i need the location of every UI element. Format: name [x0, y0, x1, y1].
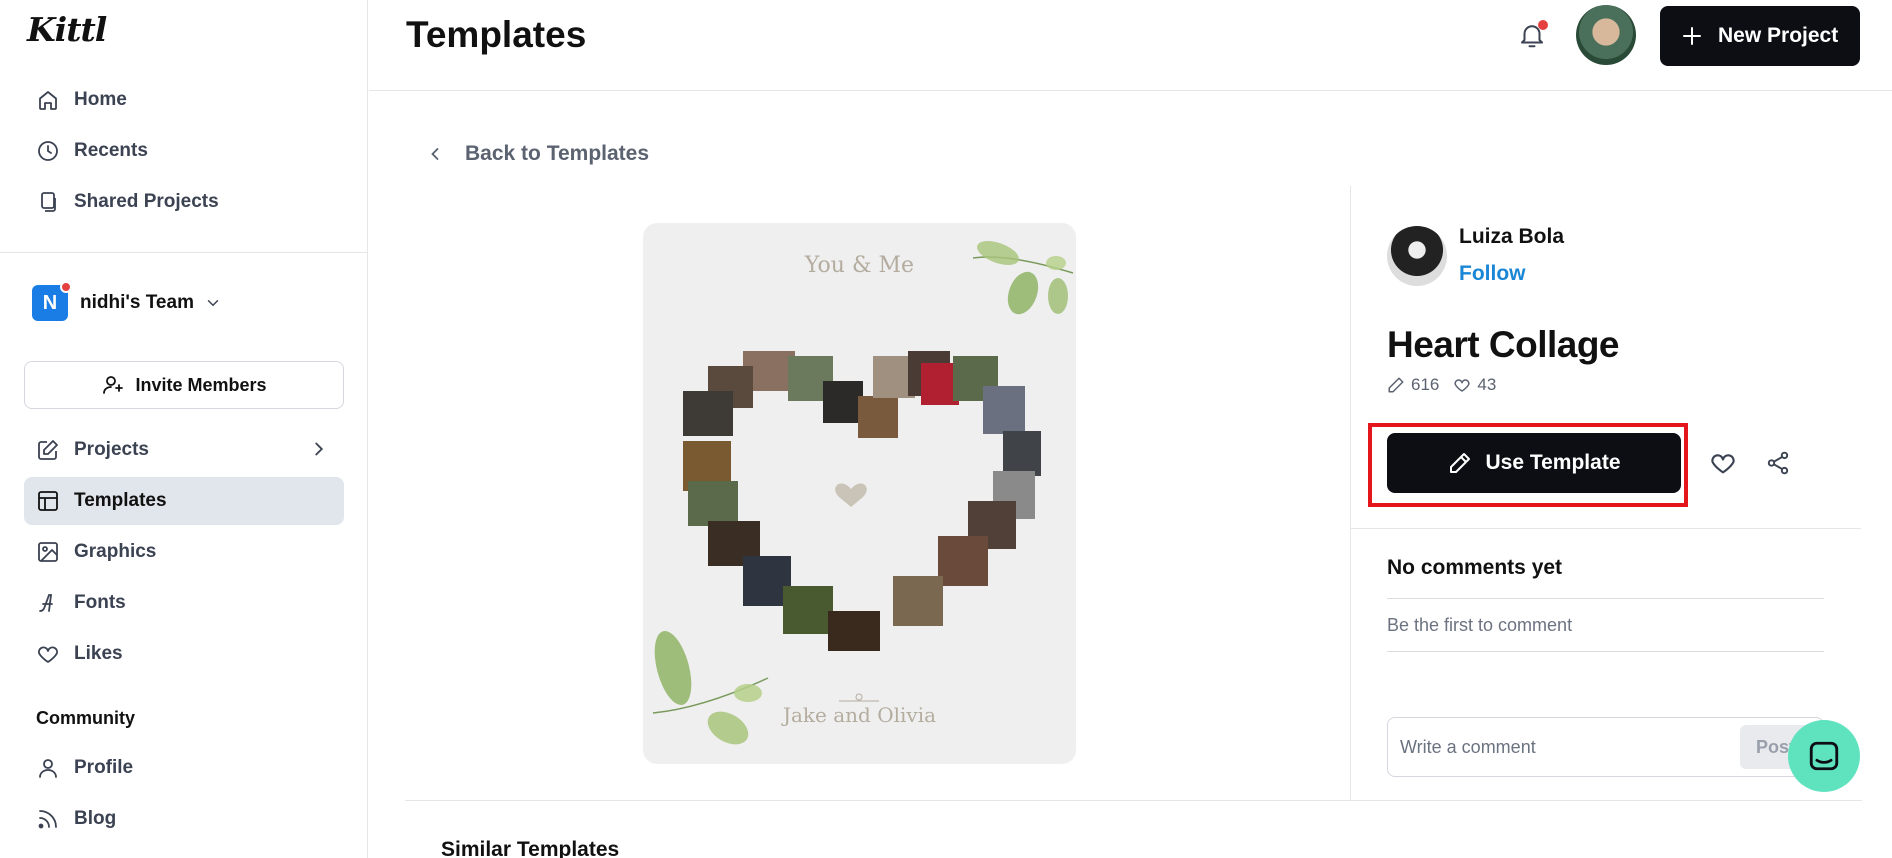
author-name[interactable]: Luiza Bola	[1459, 225, 1564, 249]
sidebar-item-shared-projects[interactable]: Shared Projects	[24, 178, 344, 226]
ornament-icon	[839, 693, 879, 702]
follow-link[interactable]: Follow	[1459, 262, 1526, 286]
top-header: Templates New Project	[369, 0, 1892, 91]
sidebar-item-label: Home	[74, 89, 127, 110]
new-project-button[interactable]: New Project	[1660, 6, 1860, 66]
sidebar-item-label: Shared Projects	[74, 191, 219, 212]
pencil-square-icon	[38, 440, 58, 460]
add-user-icon	[103, 376, 124, 394]
sidebar-item-label: Recents	[74, 140, 148, 161]
shared-files-icon	[41, 192, 56, 212]
no-comments-heading: No comments yet	[1387, 556, 1563, 579]
notification-dot	[60, 281, 72, 293]
template-stats: 616 43	[1387, 375, 1496, 395]
team-avatar: N	[32, 281, 72, 321]
section-divider	[405, 800, 1862, 801]
chevron-down-icon	[207, 300, 219, 307]
leaf-decoration-top	[972, 240, 1074, 315]
sidebar-item-templates[interactable]: Templates	[24, 477, 344, 525]
heart-photo-collage	[683, 351, 1041, 651]
use-template-button[interactable]: Use Template	[1387, 433, 1681, 493]
sidebar-item-label: Projects	[74, 439, 149, 460]
comment-box: Post	[1387, 717, 1824, 777]
sidebar-item-label: Blog	[74, 808, 117, 829]
sidebar-item-blog[interactable]: Blog	[24, 795, 344, 843]
use-template-label: Use Template	[1485, 451, 1621, 474]
back-to-templates-link[interactable]: Back to Templates	[425, 142, 649, 166]
comments-divider	[1387, 598, 1824, 599]
user-icon	[39, 759, 57, 778]
chat-support-button[interactable]	[1788, 720, 1860, 792]
sidebar-item-likes[interactable]: Likes	[24, 630, 344, 678]
sidebar-item-label: Graphics	[74, 541, 157, 562]
heart-icon	[38, 646, 58, 663]
template-preview[interactable]: You & Me Jake and Olivia	[643, 223, 1076, 764]
sidebar-item-label: Templates	[74, 490, 167, 511]
sidebar-item-fonts[interactable]: Fonts	[24, 579, 344, 627]
page-title: Templates	[406, 14, 587, 55]
heart-icon[interactable]	[1709, 449, 1737, 477]
no-comments-subtitle: Be the first to comment	[1387, 615, 1573, 635]
invite-members-label: Invite Members	[135, 374, 267, 395]
template-title: Heart Collage	[1387, 324, 1620, 365]
plus-icon	[1683, 27, 1701, 45]
comment-input[interactable]	[1400, 718, 1730, 776]
kittl-logo[interactable]: Kittl	[27, 10, 107, 49]
team-switcher[interactable]: N nidhi's Team	[32, 281, 222, 321]
pencil-icon	[1388, 377, 1404, 393]
similar-templates-heading: Similar Templates	[441, 838, 620, 858]
community-heading: Community	[36, 708, 135, 728]
layout-icon	[38, 491, 58, 511]
image-icon	[38, 542, 58, 562]
clock-icon	[38, 141, 58, 161]
user-avatar[interactable]	[1576, 5, 1636, 65]
chat-icon	[1809, 741, 1839, 771]
author-avatar[interactable]	[1387, 226, 1447, 286]
sidebar-item-label: Likes	[74, 643, 123, 664]
sidebar-item-projects[interactable]: Projects	[24, 426, 344, 474]
rss-icon	[38, 810, 57, 829]
sidebar-item-recents[interactable]: Recents	[24, 127, 344, 175]
sidebar-item-label: Fonts	[74, 592, 126, 613]
preview-names: Jake and Olivia	[782, 703, 937, 727]
sidebar-item-label: Profile	[74, 757, 134, 778]
notification-dot	[1538, 20, 1548, 30]
heart-icon	[1454, 379, 1470, 392]
likes-count: 43	[1477, 375, 1497, 394]
sidebar: Kittl Home Recents Shared Projects N nid…	[0, 0, 368, 858]
comments-divider	[1387, 651, 1824, 652]
team-name: nidhi's Team	[80, 292, 194, 313]
panel-separator	[1350, 186, 1351, 800]
back-label: Back to Templates	[465, 142, 650, 165]
font-icon	[39, 594, 53, 612]
pencil-icon	[1449, 453, 1470, 473]
sidebar-item-home[interactable]: Home	[24, 76, 344, 124]
sidebar-item-graphics[interactable]: Graphics	[24, 528, 344, 576]
panel-divider	[1351, 528, 1861, 529]
new-project-label: New Project	[1718, 24, 1839, 47]
sidebar-item-profile[interactable]: Profile	[24, 744, 344, 792]
invite-members-button[interactable]: Invite Members	[24, 361, 344, 409]
chevron-right-icon	[315, 442, 324, 456]
sidebar-divider	[0, 252, 368, 253]
team-initial: N	[42, 291, 58, 314]
uses-count: 616	[1411, 375, 1440, 394]
home-icon	[39, 91, 57, 110]
share-icon[interactable]	[1765, 449, 1791, 477]
chevron-left-icon	[431, 148, 439, 160]
